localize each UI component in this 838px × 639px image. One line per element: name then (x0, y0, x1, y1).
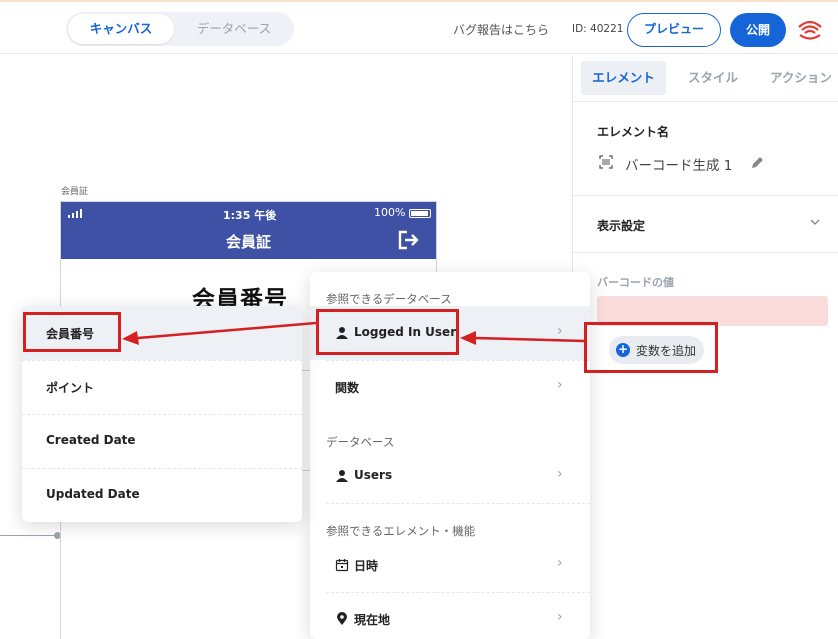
status-time: 1:35 午後 (223, 209, 277, 222)
section-ref-elements: 参照できるエレメント・機能 (326, 524, 476, 538)
submenu-item-created-date[interactable]: Created Date (22, 414, 302, 468)
chevron-right-icon: › (557, 323, 563, 339)
divider (573, 101, 838, 102)
screen-connector (0, 535, 58, 536)
brand-logo-icon[interactable] (797, 18, 823, 40)
top-toolbar: キャンバス データベース バグ報告はこちら ID: 40221 プレビュー 公開 (0, 0, 838, 54)
view-switcher: キャンバス データベース (66, 12, 294, 46)
dropdown-item-users[interactable]: Users › (310, 449, 590, 503)
dropdown-item-label: 関数 (335, 381, 360, 395)
submenu-item-label: ポイント (46, 381, 95, 395)
app-header: 1:35 午後 100% 会員証 (61, 202, 436, 259)
dropdown-item-label: 現在地 (354, 613, 391, 627)
preview-button[interactable]: プレビュー (627, 13, 721, 47)
chevron-right-icon: › (557, 555, 563, 571)
divider (573, 195, 838, 196)
annotation-box-member-number (23, 312, 121, 352)
calendar-icon (335, 559, 349, 572)
tab-action[interactable]: アクション (761, 61, 838, 95)
publish-button[interactable]: 公開 (730, 13, 786, 47)
divider (573, 252, 838, 253)
screen-label: 会員証 (61, 187, 89, 197)
pencil-icon[interactable] (750, 155, 765, 170)
submenu-item-points[interactable]: ポイント (22, 360, 302, 414)
dropdown-item-location[interactable]: 現在地 › (310, 592, 590, 639)
submenu-item-label: Updated Date (46, 487, 140, 501)
section-db: データベース (326, 435, 395, 449)
app-id: ID: 40221 (572, 23, 624, 35)
annotation-box-add-variable (584, 322, 718, 373)
logout-icon[interactable] (397, 229, 419, 251)
dropdown-item-functions[interactable]: 関数 › (310, 360, 590, 414)
submenu-item-label: Created Date (46, 433, 136, 447)
barcode-value-label: バーコードの値 (597, 276, 674, 289)
tab-database[interactable]: データベース (178, 14, 290, 44)
location-pin-icon (337, 612, 347, 625)
header-title: 会員証 (225, 233, 271, 251)
tab-canvas[interactable]: キャンバス (68, 14, 174, 44)
signal-icon (68, 209, 82, 218)
section-ref-db: 参照できるデータベース (326, 292, 452, 306)
annotation-box-logged-in-user (316, 309, 459, 355)
chevron-right-icon: › (557, 609, 563, 625)
dropdown-item-label: 日時 (354, 559, 379, 573)
barcode-icon (599, 155, 613, 169)
battery-icon (409, 209, 431, 218)
bug-report-link[interactable]: バグ報告はこちら (453, 21, 549, 38)
chevron-down-icon[interactable] (810, 219, 820, 226)
dropdown-item-datetime[interactable]: 日時 › (310, 538, 590, 592)
element-name-value: バーコード生成 1 (625, 158, 733, 174)
divider (326, 503, 590, 504)
element-name-title: エレメント名 (597, 125, 670, 139)
chevron-right-icon: › (557, 466, 563, 482)
submenu-item-updated-date[interactable]: Updated Date (22, 468, 302, 522)
dropdown-item-label: Users (354, 468, 393, 482)
display-settings-title[interactable]: 表示設定 (597, 217, 645, 234)
battery-percent: 100% (374, 206, 406, 219)
tab-style[interactable]: スタイル (673, 61, 753, 95)
tab-element[interactable]: エレメント (581, 61, 666, 95)
chevron-right-icon: › (557, 377, 563, 393)
user-icon (336, 470, 348, 482)
